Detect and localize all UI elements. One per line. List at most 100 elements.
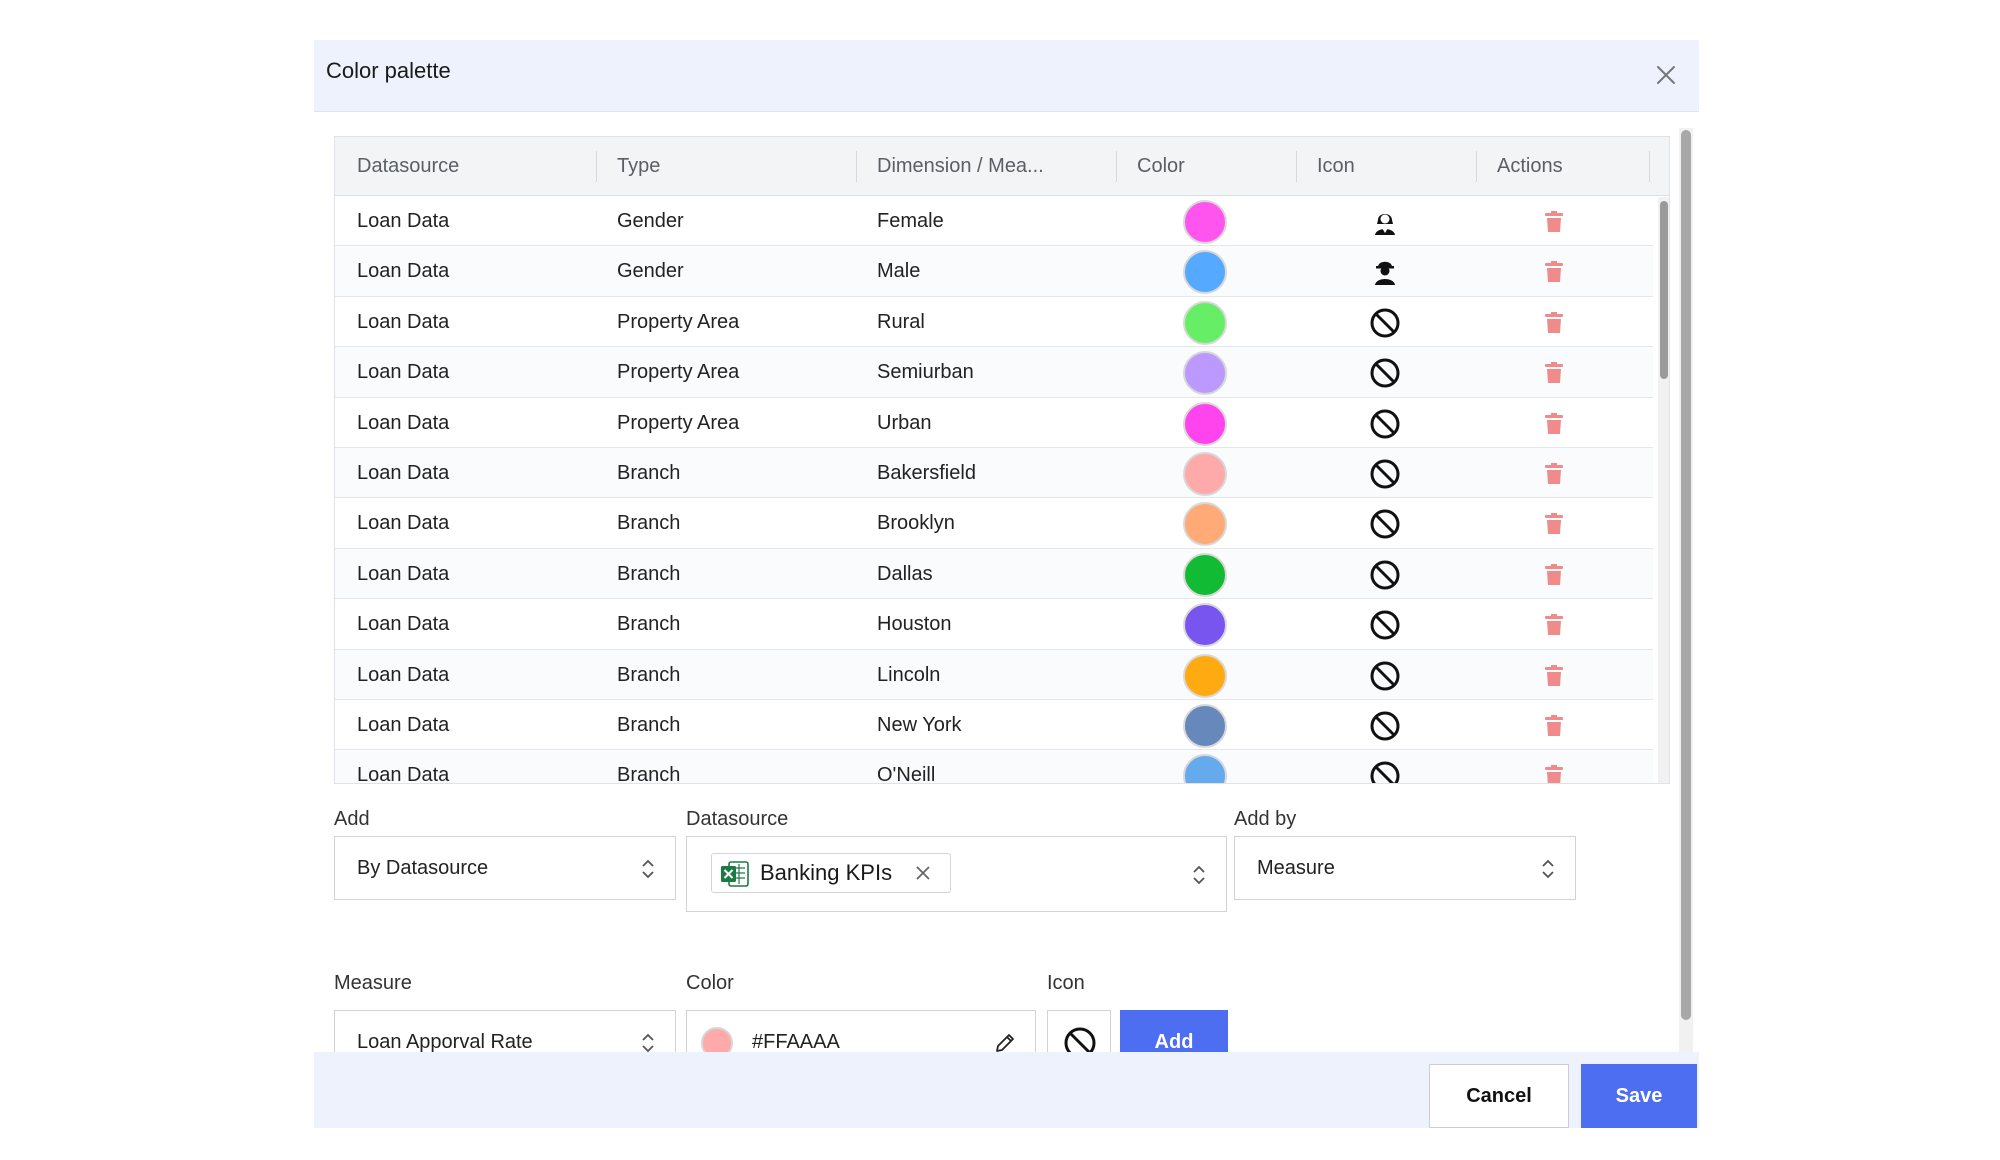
cell-dimension: Female: [877, 210, 944, 232]
table-row: Loan Data Branch O'Neill: [335, 750, 1653, 784]
cell-dimension: Urban: [877, 411, 932, 434]
trash-icon[interactable]: [1543, 412, 1565, 436]
table-scrollbar-thumb[interactable]: [1660, 201, 1668, 379]
table-row: Loan Data Branch Lincoln: [335, 649, 1653, 700]
dialog-title: Color palette: [326, 58, 451, 83]
trash-icon[interactable]: [1543, 613, 1565, 637]
trash-icon[interactable]: [1543, 764, 1565, 784]
add-by-select-value: Measure: [1257, 857, 1335, 879]
color-swatch[interactable]: [1183, 703, 1227, 748]
table-row: Loan Data Property Area Urban: [335, 398, 1653, 448]
color-swatch[interactable]: [1183, 300, 1227, 345]
column-divider[interactable]: [856, 151, 857, 182]
add-select[interactable]: By Datasource: [334, 836, 676, 900]
cell-type: Gender: [617, 210, 684, 232]
chevron-up-down-icon: [1193, 865, 1205, 885]
table-row: Loan Data Branch Bakersfield: [335, 447, 1653, 499]
cell-datasource: Loan Data: [357, 562, 450, 585]
color-swatch[interactable]: [1183, 401, 1227, 446]
cell-dimension: New York: [877, 713, 962, 736]
measure-label: Measure: [334, 972, 412, 994]
cell-type: Property Area: [617, 310, 740, 333]
column-divider[interactable]: [1476, 151, 1477, 182]
cell-type: Branch: [617, 764, 681, 784]
column-header-type[interactable]: Type: [617, 137, 660, 196]
add-label: Add: [334, 808, 370, 830]
column-header-color[interactable]: Color: [1137, 137, 1185, 196]
cell-dimension: Bakersfield: [877, 461, 976, 484]
trash-icon[interactable]: [1543, 512, 1565, 536]
cell-dimension: Semiurban: [877, 361, 974, 384]
trash-icon[interactable]: [1543, 664, 1565, 688]
cell-dimension: Dallas: [877, 562, 933, 585]
cell-type: Gender: [617, 260, 684, 283]
cell-datasource: Loan Data: [357, 613, 450, 636]
color-palette-dialog: Color palette Datasource Type Dimension …: [314, 40, 1699, 1128]
cancel-button[interactable]: Cancel: [1429, 1064, 1569, 1128]
cell-datasource: Loan Data: [357, 260, 450, 283]
cell-type: Branch: [617, 613, 681, 636]
color-swatch[interactable]: [1183, 250, 1227, 295]
datasource-label: Datasource: [686, 808, 789, 830]
close-icon[interactable]: [1651, 60, 1681, 90]
cell-dimension: Houston: [877, 613, 952, 636]
color-swatch[interactable]: [1183, 754, 1227, 783]
cell-datasource: Loan Data: [357, 764, 450, 784]
trash-icon[interactable]: [1543, 210, 1565, 234]
table-body: Loan Data Gender Female Loan Data Gender Male…: [335, 196, 1653, 784]
excel-file-icon: [721, 861, 749, 887]
cell-type: Property Area: [617, 411, 740, 434]
dialog-scrollbar[interactable]: [1679, 128, 1693, 1052]
cell-type: Branch: [617, 713, 681, 736]
color-swatch[interactable]: [1183, 502, 1227, 547]
dialog-scrollbar-thumb[interactable]: [1681, 130, 1691, 1020]
color-swatch[interactable]: [1183, 351, 1227, 396]
column-header-icon[interactable]: Icon: [1317, 137, 1355, 196]
trash-icon[interactable]: [1543, 563, 1565, 587]
cell-dimension: Brooklyn: [877, 512, 955, 535]
dialog-footer: Cancel Save: [314, 1052, 1699, 1128]
cell-dimension: Lincoln: [877, 663, 941, 686]
table-row: Loan Data Branch Houston: [335, 599, 1653, 650]
cell-dimension: O'Neill: [877, 764, 936, 784]
icon-label: Icon: [1047, 972, 1085, 994]
trash-icon[interactable]: [1543, 311, 1565, 335]
color-palette-table: Datasource Type Dimension / Mea... Color…: [334, 136, 1670, 784]
trash-icon[interactable]: [1543, 361, 1565, 385]
color-swatch[interactable]: [1183, 451, 1227, 496]
table-row: Loan Data Branch Dallas: [335, 548, 1653, 600]
cell-datasource: Loan Data: [357, 461, 450, 484]
table-row: Loan Data Branch Brooklyn: [335, 498, 1653, 549]
color-swatch[interactable]: [1183, 552, 1227, 597]
trash-icon[interactable]: [1543, 462, 1565, 486]
column-header-actions[interactable]: Actions: [1497, 137, 1563, 196]
column-divider[interactable]: [1649, 151, 1650, 182]
cell-datasource: Loan Data: [357, 663, 450, 686]
save-button[interactable]: Save: [1581, 1064, 1697, 1128]
color-label: Color: [686, 972, 734, 994]
column-divider[interactable]: [1296, 151, 1297, 182]
remove-chip-icon[interactable]: [914, 864, 932, 882]
dialog-header: Color palette: [314, 40, 1699, 112]
chevron-up-down-icon: [642, 859, 654, 879]
color-swatch[interactable]: [1183, 200, 1227, 244]
cell-type: Branch: [617, 512, 681, 535]
column-header-dimension[interactable]: Dimension / Mea...: [877, 137, 1044, 196]
cell-datasource: Loan Data: [357, 512, 450, 535]
color-swatch[interactable]: [1183, 653, 1227, 698]
column-divider[interactable]: [1116, 151, 1117, 182]
datasource-select[interactable]: Banking KPIs: [686, 836, 1227, 912]
column-header-datasource[interactable]: Datasource: [357, 137, 459, 196]
table-row: Loan Data Gender Female: [335, 196, 1653, 247]
add-by-label: Add by: [1234, 808, 1297, 830]
trash-icon[interactable]: [1543, 714, 1565, 738]
table-row: Loan Data Branch New York: [335, 700, 1653, 751]
chevron-up-down-icon: [1542, 859, 1554, 879]
column-divider[interactable]: [596, 151, 597, 182]
cell-type: Branch: [617, 562, 681, 585]
add-by-select[interactable]: Measure: [1234, 836, 1576, 900]
table-row: Loan Data Gender Male: [335, 246, 1653, 297]
trash-icon[interactable]: [1543, 260, 1565, 284]
color-swatch[interactable]: [1183, 603, 1227, 648]
table-scrollbar[interactable]: [1658, 197, 1669, 783]
